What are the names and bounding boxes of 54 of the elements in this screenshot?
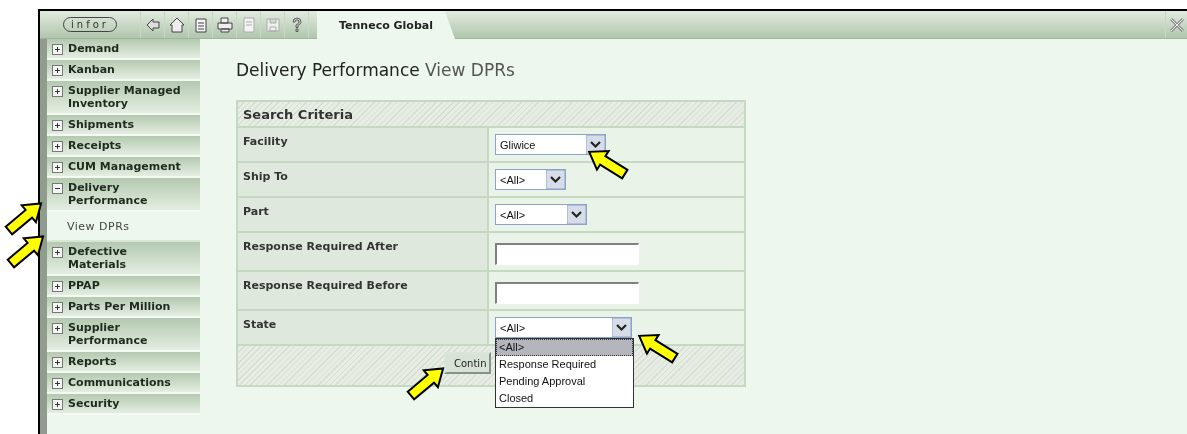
sidebar-item[interactable]: CUM Management — [47, 157, 200, 178]
close-button[interactable] — [1165, 11, 1187, 38]
printer-icon — [216, 16, 233, 33]
expand-icon — [52, 247, 63, 258]
sidebar-item[interactable]: Shipments — [47, 115, 200, 136]
sidebar-item[interactable]: Delivery Performance — [47, 178, 200, 212]
field-label: Part — [238, 198, 489, 231]
expand-icon — [52, 141, 63, 152]
back-arrow-icon — [144, 16, 161, 33]
expand-icon — [52, 357, 63, 368]
expand-icon — [52, 378, 63, 389]
expand-icon — [52, 44, 63, 55]
date-field[interactable] — [495, 243, 639, 265]
sidebar-item[interactable]: Security — [47, 394, 200, 415]
sidebar-item[interactable]: PPAP — [47, 276, 200, 297]
date-field[interactable] — [495, 282, 639, 304]
field-label: Facility — [238, 128, 489, 161]
page-title: Delivery Performance View DPRs — [236, 60, 516, 80]
caret-icon — [567, 205, 586, 224]
dropdown-option[interactable]: <All> — [496, 339, 633, 356]
expand-icon — [52, 65, 63, 76]
sidebar-item[interactable]: Demand — [47, 39, 200, 60]
dropdown[interactable]: <All> — [495, 204, 587, 225]
collapse-icon — [52, 183, 63, 194]
sidebar-item[interactable]: Supplier Managed Inventory — [47, 81, 200, 115]
expand-icon — [52, 302, 63, 313]
sidebar-item[interactable]: Defective Materials — [47, 242, 200, 276]
sidebar-item[interactable]: Supplier Performance — [47, 318, 200, 352]
caret-icon — [546, 170, 565, 189]
sidebar-item[interactable]: Receipts — [47, 136, 200, 157]
tab[interactable]: Tenneco Global — [317, 11, 455, 39]
field-label: State — [238, 311, 489, 344]
expand-icon — [52, 399, 63, 410]
expand-icon — [52, 281, 63, 292]
field-label: Response Required After — [238, 233, 489, 270]
close-icon — [1169, 17, 1184, 32]
sidebar-item[interactable]: Communications — [47, 373, 200, 394]
expand-icon — [52, 162, 63, 173]
expand-icon — [52, 120, 63, 131]
sidebar-item[interactable]: Parts Per Million — [47, 297, 200, 318]
page-icon — [240, 16, 257, 33]
dropdown[interactable]: <All> — [495, 169, 566, 190]
home-icon — [168, 16, 185, 33]
document-icon — [192, 16, 209, 33]
save-icon — [264, 16, 281, 33]
panel-title: Search Criteria — [238, 102, 744, 128]
sidebar-item[interactable]: Reports — [47, 352, 200, 373]
continue-button[interactable]: Contin — [444, 352, 492, 374]
expand-icon — [52, 86, 63, 97]
field-label: Response Required Before — [238, 272, 489, 309]
field-label: Ship To — [238, 163, 489, 196]
dropdown[interactable]: Gliwice — [495, 134, 606, 155]
sidebar-item[interactable]: Kanban — [47, 60, 200, 81]
expand-icon — [52, 323, 63, 334]
